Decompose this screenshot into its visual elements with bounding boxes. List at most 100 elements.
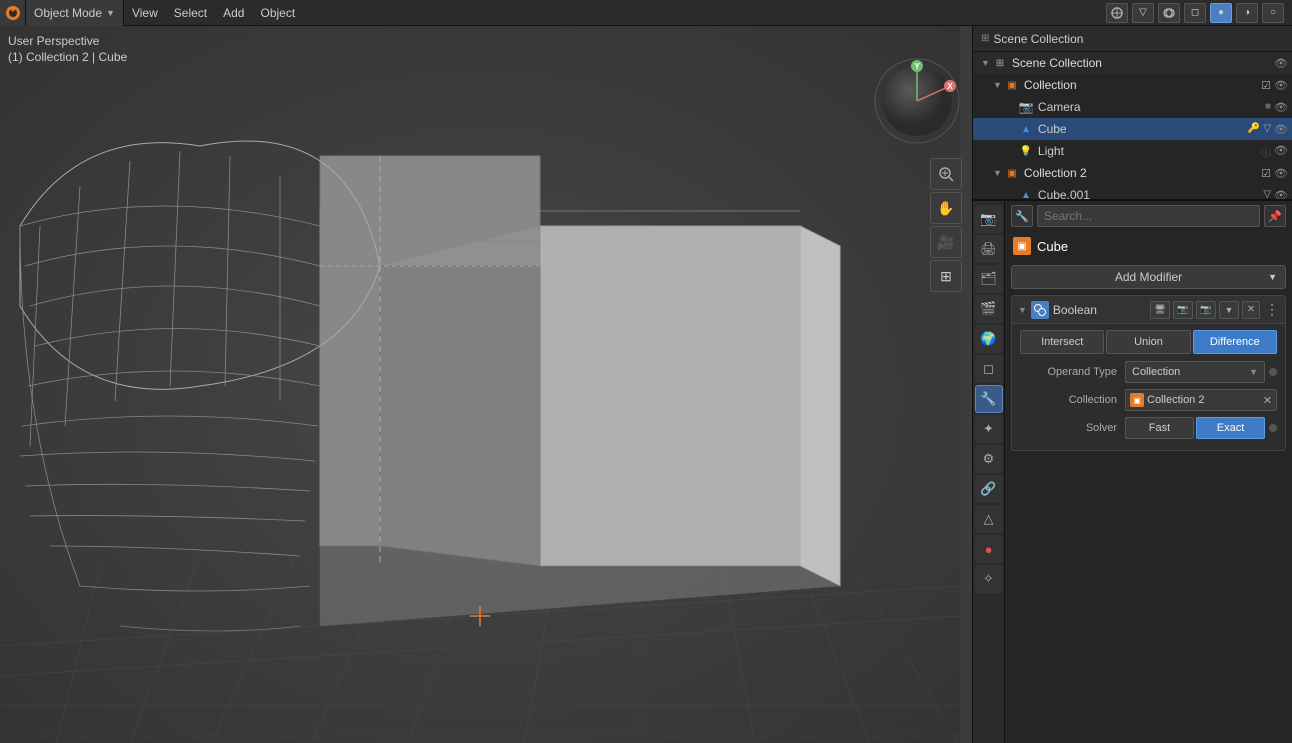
prop-object[interactable]: ◻ <box>975 355 1003 383</box>
operand-type-dropdown[interactable]: Collection ▼ <box>1125 361 1265 383</box>
object-name: Cube <box>1037 239 1068 254</box>
prop-data[interactable]: △ <box>975 505 1003 533</box>
outliner-light[interactable]: ▶ 💡 Light ⓘ 👁 <box>973 140 1292 162</box>
grid-tool[interactable]: ⊞ <box>930 260 962 292</box>
cube-visibility[interactable]: 👁 <box>1274 123 1288 136</box>
viewport-canvas <box>0 26 972 743</box>
cube001-label: Cube.001 <box>1038 188 1263 201</box>
prop-output[interactable]: 🖨 <box>975 235 1003 263</box>
camera-icon: 📷 <box>1018 99 1034 115</box>
properties-search-input[interactable] <box>1037 205 1260 227</box>
operand-type-dot <box>1269 368 1277 376</box>
object-mode-selector[interactable]: Object Mode ▼ <box>26 0 124 26</box>
intersect-btn[interactable]: Intersect <box>1020 330 1104 354</box>
collection2-check[interactable]: ☑ <box>1261 167 1271 180</box>
cube-mesh-icon: ▲ <box>1018 121 1034 137</box>
fast-solver-btn[interactable]: Fast <box>1125 417 1194 439</box>
outliner-collection[interactable]: ▼ ▣ Collection ☑ 👁 <box>973 74 1292 96</box>
pin-button[interactable]: 📌 <box>1264 205 1286 227</box>
properties-header-icon[interactable]: 🔧 <box>1011 205 1033 227</box>
modifier-camera-btn[interactable]: 📷 <box>1196 301 1216 319</box>
modifier-controls: 🖥 📷 📷 ▼ ✕ ⋮ <box>1150 301 1279 319</box>
zoom-tool[interactable] <box>930 158 962 190</box>
modifier-expand-arrow[interactable]: ▼ <box>1018 305 1027 315</box>
modifier-options-btn[interactable]: ⋮ <box>1265 301 1279 318</box>
cube001-visibility[interactable]: 👁 <box>1274 189 1288 202</box>
scene-label: Scene Collection <box>1012 56 1274 70</box>
prop-physics[interactable]: ⚙ <box>975 445 1003 473</box>
shading-solid[interactable]: ● <box>1210 3 1232 23</box>
svg-text:Y: Y <box>914 62 920 71</box>
prop-scene[interactable]: 🎬 <box>975 295 1003 323</box>
outliner-title: Scene Collection <box>993 32 1083 46</box>
outliner-header: ⊞ Scene Collection <box>973 26 1292 52</box>
prop-world[interactable]: 🌍 <box>975 325 1003 353</box>
collection-field[interactable]: ▣ Collection 2 ✕ <box>1125 389 1277 411</box>
menu-add[interactable]: Add <box>215 0 252 26</box>
menu-select[interactable]: Select <box>166 0 215 26</box>
camera-visibility[interactable]: 👁 <box>1274 101 1288 114</box>
expand-arrow: ▼ <box>981 58 990 68</box>
cube001-icon: ▲ <box>1018 187 1034 201</box>
prop-constraints[interactable]: 🔗 <box>975 475 1003 503</box>
light-visibility[interactable]: 👁 <box>1274 144 1288 159</box>
prop-particles[interactable]: ✦ <box>975 415 1003 443</box>
exact-solver-btn[interactable]: Exact <box>1196 417 1265 439</box>
overlay-icon[interactable] <box>1158 3 1180 23</box>
collection-icons: ☑ 👁 <box>1261 79 1288 92</box>
properties-panel: 📷 🖨 🗂 🎬 🌍 ◻ 🔧 ✦ ⚙ 🔗 △ ● ✧ 🔧 <box>973 201 1292 743</box>
collection-check[interactable]: ☑ <box>1261 79 1271 92</box>
navigation-gizmo[interactable]: Y X <box>872 56 962 146</box>
solver-buttons-container: Fast Exact <box>1125 417 1265 439</box>
viewport-icon[interactable] <box>1106 3 1128 23</box>
modifier-more-dropdown[interactable]: ▼ <box>1219 301 1239 319</box>
outliner-scene-collection[interactable]: ▼ ⊞ Scene Collection 👁 <box>973 52 1292 74</box>
prop-render[interactable]: 📷 <box>975 205 1003 233</box>
shading-wire[interactable]: ◻ <box>1184 3 1206 23</box>
collection-field-icon: ▣ <box>1130 393 1144 407</box>
camera-tool[interactable]: 🎥 <box>930 226 962 258</box>
outliner-cube001[interactable]: ▶ ▲ Cube.001 ▽ 👁 <box>973 184 1292 201</box>
menu-object[interactable]: Object <box>252 0 303 26</box>
prop-view-layer[interactable]: 🗂 <box>975 265 1003 293</box>
modifier-realtime-btn[interactable]: 🖥 <box>1150 301 1170 319</box>
collection2-visibility[interactable]: 👁 <box>1274 167 1288 180</box>
cube001-restrict: ▽ <box>1263 189 1271 202</box>
add-modifier-button[interactable]: Add Modifier ▼ <box>1011 265 1286 289</box>
solver-buttons: Fast Exact <box>1125 417 1265 439</box>
cube001-icons: ▽ 👁 <box>1263 189 1288 202</box>
modifier-render-btn[interactable]: 📷 <box>1173 301 1193 319</box>
outliner-collection2[interactable]: ▼ ▣ Collection 2 ☑ 👁 <box>973 162 1292 184</box>
prop-shader[interactable]: ✧ <box>975 565 1003 593</box>
camera-icon-extra: ■ <box>1265 101 1271 114</box>
modifier-close-btn[interactable]: ✕ <box>1242 301 1260 319</box>
outliner-icon: ⊞ <box>981 33 989 44</box>
cube-icons: 🔑 ▽ 👁 <box>1248 123 1288 136</box>
scene-icon: ⊞ <box>992 55 1008 71</box>
properties-search-bar: 🔧 📌 <box>1011 205 1286 227</box>
collection-clear-btn[interactable]: ✕ <box>1263 394 1272 407</box>
prop-material[interactable]: ● <box>975 535 1003 563</box>
prop-modifier[interactable]: 🔧 <box>975 385 1003 413</box>
outliner-cube[interactable]: ▶ ▲ Cube 🔑 ▽ 👁 <box>973 118 1292 140</box>
viewport-3d[interactable]: User Perspective (1) Collection 2 | Cube <box>0 26 972 743</box>
solver-label: Solver <box>1020 422 1125 434</box>
modifier-header: ▼ Boolean 🖥 📷 📷 ▼ <box>1012 296 1285 324</box>
light-icon: 💡 <box>1018 143 1034 159</box>
boolean-modifier-card: ▼ Boolean 🖥 📷 📷 ▼ <box>1011 295 1286 451</box>
difference-btn[interactable]: Difference <box>1193 330 1277 354</box>
blender-logo <box>0 0 26 26</box>
scene-visibility[interactable]: 👁 <box>1274 57 1288 70</box>
menu-view[interactable]: View <box>124 0 166 26</box>
collection-visibility[interactable]: 👁 <box>1274 79 1288 92</box>
grab-tool[interactable]: ✋ <box>930 192 962 224</box>
shading-render[interactable]: ◑ <box>1236 3 1258 23</box>
union-btn[interactable]: Union <box>1106 330 1190 354</box>
scene-icons: 👁 <box>1274 57 1288 70</box>
gizmo-icon[interactable]: ▽ <box>1132 3 1154 23</box>
shading-mat[interactable]: ○ <box>1262 3 1284 23</box>
object-type-icon: ▣ <box>1013 237 1031 255</box>
outliner-camera[interactable]: ▶ 📷 Camera ■ 👁 <box>973 96 1292 118</box>
operation-row: Intersect Union Difference <box>1020 330 1277 354</box>
solver-row: Solver Fast Exact <box>1020 416 1277 440</box>
